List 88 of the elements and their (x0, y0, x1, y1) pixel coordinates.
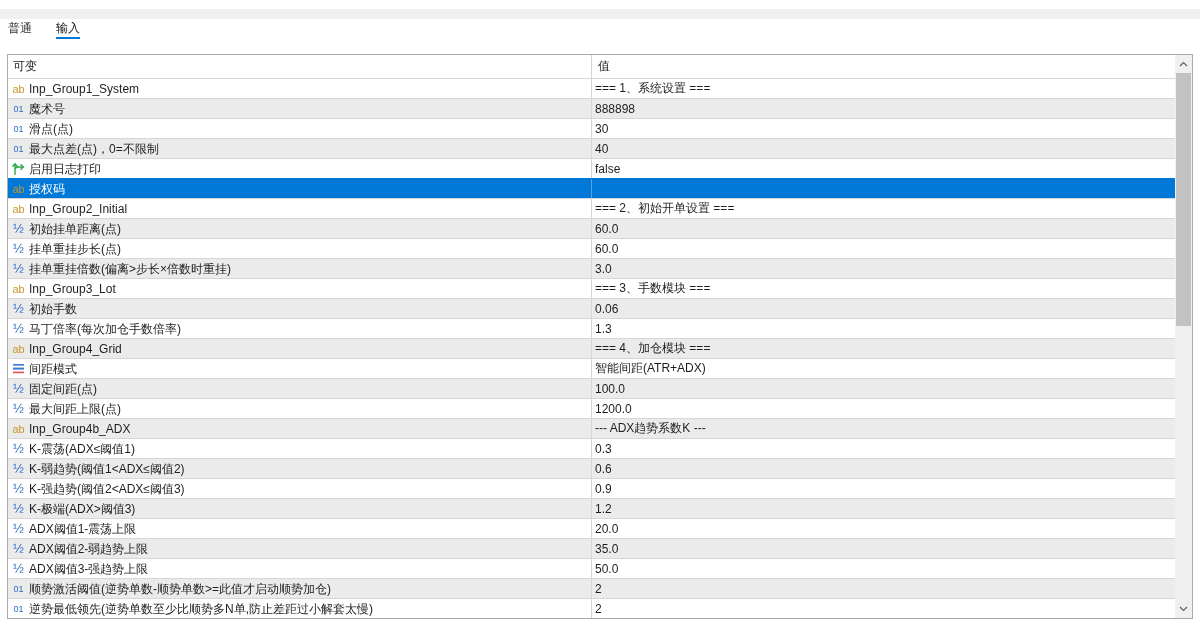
table-row[interactable]: ½ 挂单重挂步长(点) 60.0 (8, 238, 1175, 258)
table-row[interactable]: ab Inp_Group4_Grid === 4、加仓模块 === (8, 338, 1175, 358)
fraction-icon: ½ (12, 321, 25, 336)
parameter-name: 授权码 (29, 180, 65, 197)
parameter-name: ADX阈值3-强趋势上限 (29, 560, 149, 577)
table-row[interactable]: 间距模式 智能间距(ATR+ADX) (8, 358, 1175, 378)
fraction-icon: ½ (12, 461, 25, 476)
fraction-icon: ½ (12, 541, 25, 556)
parameter-name: K-强趋势(阈值2<ADX≤阈值3) (29, 480, 185, 497)
parameter-name: K-震荡(ADX≤阈值1) (29, 440, 135, 457)
ab-icon: ab (12, 81, 25, 96)
parameter-name: 魔术号 (29, 100, 65, 117)
digits-icon: 01 (12, 101, 25, 116)
parameter-name: 固定间距(点) (29, 380, 97, 397)
scroll-down-icon[interactable] (1179, 606, 1188, 612)
tab[interactable]: 输入 (56, 20, 80, 39)
table-row[interactable]: ½ ADX阈值1-震荡上限 20.0 (8, 518, 1175, 538)
ab-icon: ab (12, 181, 25, 196)
branch-arrow-icon (12, 162, 25, 175)
parameter-name: 初始手数 (29, 300, 77, 317)
digits-icon: 01 (12, 121, 25, 136)
fraction-icon: ½ (12, 561, 25, 576)
table-row[interactable]: ab 授权码 (8, 178, 1175, 198)
parameter-name: 滑点(点) (29, 120, 73, 137)
parameter-name: Inp_Group1_System (29, 80, 140, 97)
table-row[interactable]: 01 滑点(点) 30 (8, 118, 1175, 138)
table-row[interactable]: ½ 固定间距(点) 100.0 (8, 378, 1175, 398)
table-row[interactable]: ½ K-弱趋势(阈值1<ADX≤阈值2) 0.6 (8, 458, 1175, 478)
table-row[interactable]: 01 魔术号 888898 (8, 98, 1175, 118)
column-header[interactable]: 可变 (8, 55, 591, 78)
scrollbar[interactable] (1175, 55, 1192, 618)
parameter-name: K-极端(ADX>阈值3) (29, 500, 136, 517)
parameter-name: 挂单重挂步长(点) (29, 240, 121, 257)
ab-icon: ab (12, 341, 25, 356)
parameter-name: 间距模式 (29, 360, 77, 377)
ab-icon: ab (12, 281, 25, 296)
table-row[interactable]: ab Inp_Group2_Initial === 2、初始开单设置 === (8, 198, 1175, 218)
ab-icon: ab (12, 421, 25, 436)
fraction-icon: ½ (12, 381, 25, 396)
table-row[interactable]: ½ 初始挂单距离(点) 60.0 (8, 218, 1175, 238)
table-row[interactable]: 01 逆势最低领先(逆势单数至少比顺势多N单,防止差距过小解套太慢) 2 (8, 598, 1175, 618)
tab[interactable]: 普通 (8, 20, 32, 39)
table-row[interactable]: ½ 马丁倍率(每次加仓手数倍率) 1.3 (8, 318, 1175, 338)
table-row[interactable]: ½ 最大间距上限(点) 1200.0 (8, 398, 1175, 418)
parameter-name: 挂单重挂倍数(偏离>步长×倍数时重挂) (29, 260, 231, 277)
list-icon (12, 362, 25, 375)
table-row[interactable]: 01 最大点差(点)，0=不限制 40 (8, 138, 1175, 158)
parameter-name: Inp_Group4b_ADX (29, 420, 131, 437)
table-row[interactable]: ½ K-震荡(ADX≤阈值1) 0.3 (8, 438, 1175, 458)
parameter-name: 初始挂单距离(点) (29, 220, 121, 237)
fraction-icon: ½ (12, 261, 25, 276)
fraction-icon: ½ (12, 221, 25, 236)
digits-icon: 01 (12, 601, 25, 616)
table-row[interactable]: ½ 挂单重挂倍数(偏离>步长×倍数时重挂) 3.0 (8, 258, 1175, 278)
fraction-icon: ½ (12, 481, 25, 496)
table-row[interactable]: ½ ADX阈值3-强趋势上限 50.0 (8, 558, 1175, 578)
table-row[interactable]: ½ K-极端(ADX>阈值3) 1.2 (8, 498, 1175, 518)
table-row[interactable]: ½ 初始手数 0.06 (8, 298, 1175, 318)
digits-icon: 01 (12, 141, 25, 156)
table-row[interactable]: 01 顺势激活阈值(逆势单数-顺势单数>=此值才启动顺势加仓) 2 (8, 578, 1175, 598)
table-row[interactable]: ab Inp_Group1_System === 1、系统设置 === (8, 78, 1175, 98)
parameter-name: Inp_Group2_Initial (29, 200, 128, 217)
fraction-icon: ½ (12, 401, 25, 416)
parameter-name: Inp_Group3_Lot (29, 280, 116, 297)
fraction-icon: ½ (12, 441, 25, 456)
parameter-name: 最大间距上限(点) (29, 400, 121, 417)
parameter-name: Inp_Group4_Grid (29, 340, 122, 357)
parameter-name: 启用日志打印 (29, 160, 101, 177)
parameter-name: 逆势最低领先(逆势单数至少比顺势多N单,防止差距过小解套太慢) (29, 600, 373, 617)
parameter-name: 最大点差(点)，0=不限制 (29, 140, 159, 157)
scroll-up-icon[interactable] (1179, 61, 1188, 67)
scrollbar-thumb[interactable] (1176, 73, 1191, 326)
table-row[interactable]: ½ K-强趋势(阈值2<ADX≤阈值3) 0.9 (8, 478, 1175, 498)
parameter-name: ADX阈值1-震荡上限 (29, 520, 137, 537)
table-row[interactable]: ab Inp_Group4b_ADX --- ADX趋势系数K --- (8, 418, 1175, 438)
ab-icon: ab (12, 201, 25, 216)
table-row[interactable]: ½ ADX阈值2-弱趋势上限 35.0 (8, 538, 1175, 558)
digits-icon: 01 (12, 581, 25, 596)
parameter-name: K-弱趋势(阈值1<ADX≤阈值2) (29, 460, 185, 477)
table-row[interactable]: ab Inp_Group3_Lot === 3、手数模块 === (8, 278, 1175, 298)
table-row[interactable]: 启用日志打印 false (8, 158, 1175, 178)
fraction-icon: ½ (12, 521, 25, 536)
fraction-icon: ½ (12, 501, 25, 516)
fraction-icon: ½ (12, 241, 25, 256)
fraction-icon: ½ (12, 301, 25, 316)
parameter-name: ADX阈值2-弱趋势上限 (29, 540, 149, 557)
parameter-name: 顺势激活阈值(逆势单数-顺势单数>=此值才启动顺势加仓) (29, 580, 331, 597)
parameter-name: 马丁倍率(每次加仓手数倍率) (29, 320, 181, 337)
